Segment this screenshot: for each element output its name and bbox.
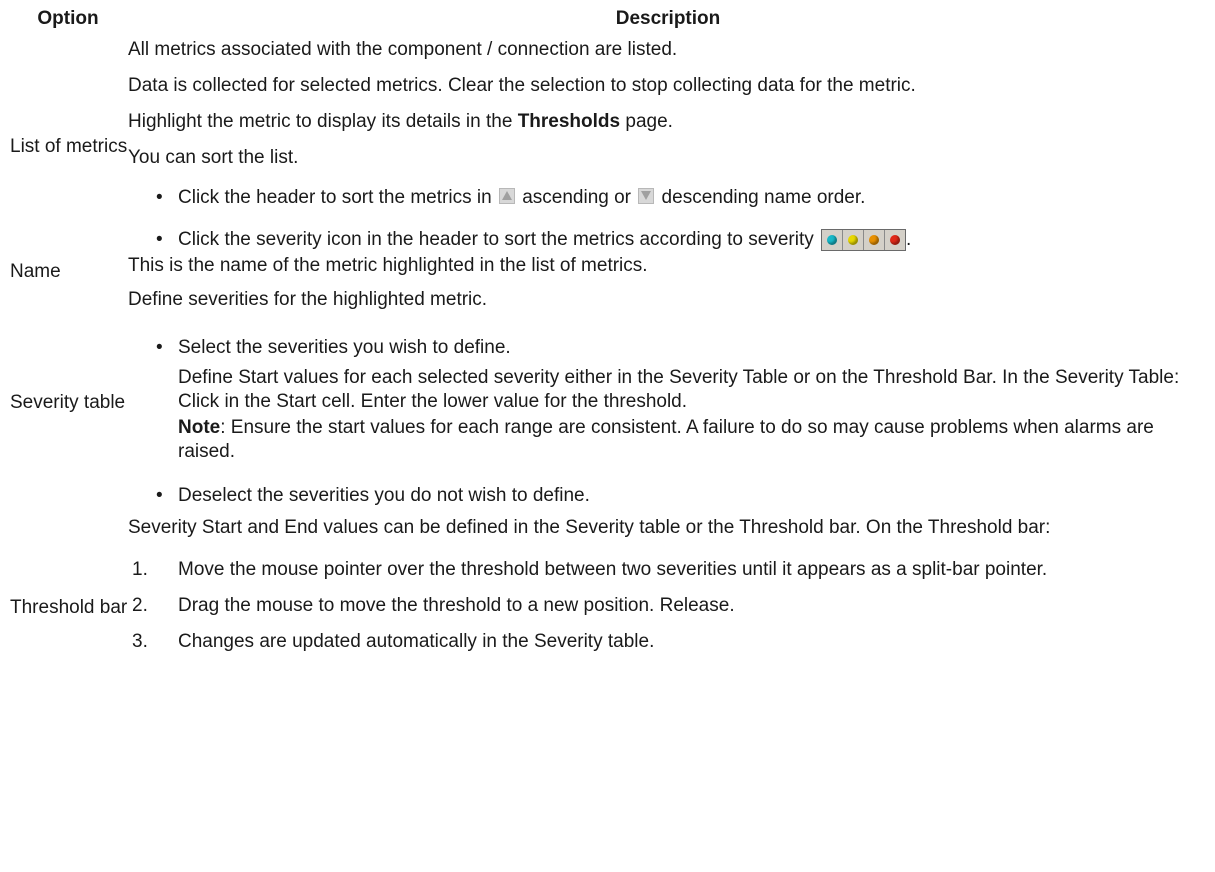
list-item: • Click the header to sort the metrics i…	[156, 187, 866, 208]
table-row: Threshold bar Severity Start and End val…	[8, 516, 1208, 654]
paragraph: Severity Start and End values can be def…	[128, 517, 1051, 538]
thresholds-term: Thresholds	[517, 111, 621, 132]
description-name: This is the name of the metric highlight…	[128, 254, 1208, 288]
severity-icons-strip	[821, 229, 906, 251]
list-item: • Click the severity icon in the header …	[156, 229, 912, 251]
ascending-sort-icon	[498, 188, 515, 204]
option-name: Name	[10, 260, 61, 282]
description-severity-table: Define severities for the highlighted me…	[128, 288, 1208, 516]
list-item: • Deselect the severities you do not wis…	[156, 485, 590, 506]
bullet: •	[156, 337, 163, 358]
severity-cyan-icon	[822, 230, 843, 250]
severity-yellow-icon	[843, 230, 864, 250]
list-item: 3. Changes are updated automatically in t…	[132, 631, 655, 652]
paragraph: All metrics associated with the componen…	[128, 39, 678, 60]
list-item: • Select the severities you wish to defi…	[156, 337, 511, 358]
sort-bullet-list: • Click the header to sort the metrics i…	[128, 186, 1208, 252]
option-threshold-bar: Threshold bar	[10, 597, 128, 618]
severity-orange-icon	[864, 230, 885, 250]
table-row: List of metrics All metrics associated w…	[8, 38, 1208, 254]
option-severity-table: Severity table	[10, 391, 126, 413]
options-table: Option Description List of metrics All m…	[8, 4, 1208, 654]
list-item: 1. Move the mouse pointer over the thresh…	[132, 559, 1048, 580]
paragraph: This is the name of the metric highlight…	[128, 255, 648, 276]
threshold-steps-list: 1. Move the mouse pointer over the thresh…	[128, 558, 1208, 654]
bullet: •	[156, 485, 163, 506]
page: Option Description List of metrics All m…	[0, 0, 1215, 872]
option-list-of-metrics: List of metrics	[10, 135, 128, 157]
paragraph: Data is collected for selected metrics. …	[128, 75, 916, 96]
descending-sort-icon	[638, 188, 655, 204]
description-column-header: Description	[615, 8, 721, 29]
option-column-header: Option	[37, 8, 99, 29]
table-row: Name This is the name of the metric high…	[8, 254, 1208, 288]
list-item: 2. Drag the mouse to move the threshold t…	[132, 595, 735, 616]
table-row: Severity table Define severities for the…	[8, 288, 1208, 516]
description-threshold-bar: Severity Start and End values can be def…	[128, 516, 1208, 654]
note-label: Note	[178, 417, 221, 438]
paragraph: Highlight the metric to display its deta…	[128, 111, 673, 132]
table-header-row: Option Description	[8, 4, 1208, 38]
paragraph: You can sort the list.	[128, 147, 299, 168]
bullet: •	[156, 229, 163, 250]
list-item-detail: Define Start values for each selected se…	[178, 367, 1180, 412]
bullet: •	[156, 187, 163, 208]
severity-red-icon	[885, 230, 905, 250]
description-list-of-metrics: All metrics associated with the componen…	[128, 38, 1208, 254]
list-item-note: Note: Ensure the start values for each r…	[178, 417, 1154, 462]
paragraph: Define severities for the highlighted me…	[128, 289, 488, 310]
severity-bullet-list: • Select the severities you wish to defi…	[128, 336, 1208, 508]
